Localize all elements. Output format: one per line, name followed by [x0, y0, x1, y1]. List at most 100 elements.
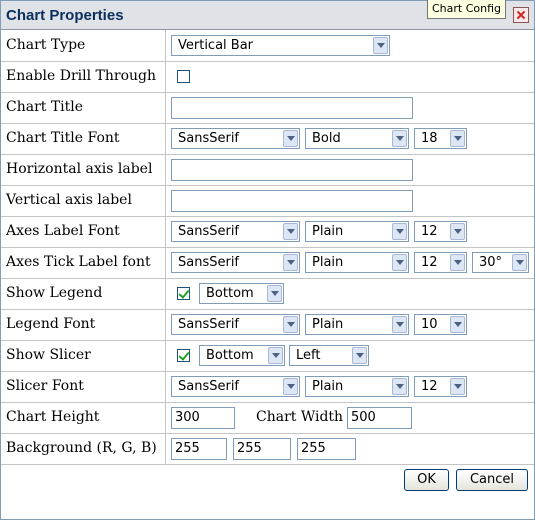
- axes-font-size-select[interactable]: 12: [414, 221, 467, 242]
- label-background: Background (R, G, B): [1, 433, 166, 464]
- label-chart-type: Chart Type: [1, 30, 166, 61]
- ok-button[interactable]: OK: [404, 469, 449, 491]
- tick-font-style-select[interactable]: Plain: [305, 252, 409, 273]
- axes-font-family-select[interactable]: SansSerif: [171, 221, 300, 242]
- slicer-font-style-select[interactable]: Plain: [305, 376, 409, 397]
- chevron-down-icon[interactable]: [373, 37, 388, 54]
- row-axes-tick-font: Axes Tick Label font SansSerif Plain 12 …: [1, 247, 534, 279]
- row-axes-label-font: Axes Label Font SansSerif Plain 12: [1, 216, 534, 248]
- background-b-input[interactable]: 255: [297, 438, 356, 460]
- chevron-down-icon[interactable]: [392, 316, 407, 333]
- chevron-down-icon[interactable]: [450, 378, 465, 395]
- row-legend-font: Legend Font SansSerif Plain 10: [1, 309, 534, 341]
- label-chart-title-font: Chart Title Font: [1, 123, 166, 154]
- show-slicer-checkbox[interactable]: [177, 349, 190, 362]
- chevron-down-icon[interactable]: [268, 347, 283, 364]
- cancel-button[interactable]: Cancel: [456, 469, 528, 491]
- slicer-font-family-select[interactable]: SansSerif: [171, 376, 300, 397]
- legend-position-value: Bottom: [206, 286, 254, 301]
- row-show-legend: Show Legend Bottom: [1, 278, 534, 310]
- tick-font-family-select[interactable]: SansSerif: [171, 252, 300, 273]
- row-show-slicer: Show Slicer Bottom Left: [1, 340, 534, 372]
- legend-position-select[interactable]: Bottom: [199, 283, 284, 304]
- tick-font-size-select[interactable]: 12: [414, 252, 467, 273]
- label-chart-title: Chart Title: [1, 92, 166, 123]
- background-r-input[interactable]: 255: [171, 438, 227, 460]
- axes-font-family-value: SansSerif: [178, 224, 240, 239]
- tick-angle-value: 30°: [479, 255, 503, 270]
- close-icon[interactable]: [513, 7, 529, 23]
- tooltip: Chart Config: [427, 0, 507, 19]
- axes-font-size-value: 12: [421, 224, 438, 239]
- chart-height-input[interactable]: 300: [171, 407, 235, 429]
- chevron-down-icon[interactable]: [283, 130, 298, 147]
- slicer-font-size-value: 12: [421, 379, 438, 394]
- chevron-down-icon[interactable]: [450, 130, 465, 147]
- chart-type-select[interactable]: Vertical Bar: [171, 35, 390, 56]
- show-legend-checkbox[interactable]: [177, 287, 190, 300]
- v-axis-label-input[interactable]: [171, 190, 413, 212]
- chevron-down-icon[interactable]: [283, 378, 298, 395]
- chevron-down-icon[interactable]: [512, 254, 527, 271]
- slicer-font-style-value: Plain: [312, 379, 344, 394]
- slicer-align-select[interactable]: Left: [289, 345, 369, 366]
- label-v-axis: Vertical axis label: [1, 185, 166, 216]
- label-show-legend: Show Legend: [1, 278, 166, 309]
- title-font-family-select[interactable]: SansSerif: [171, 128, 300, 149]
- h-axis-label-input[interactable]: [171, 159, 413, 181]
- row-chart-title: Chart Title: [1, 92, 534, 124]
- row-h-axis-label: Horizontal axis label: [1, 154, 534, 186]
- legend-font-family-select[interactable]: SansSerif: [171, 314, 300, 335]
- label-chart-height: Chart Height: [1, 402, 166, 433]
- tick-angle-select[interactable]: 30°: [472, 252, 529, 273]
- row-slicer-font: Slicer Font SansSerif Plain 12: [1, 371, 534, 403]
- slicer-font-size-select[interactable]: 12: [414, 376, 467, 397]
- chevron-down-icon[interactable]: [392, 223, 407, 240]
- chevron-down-icon[interactable]: [450, 316, 465, 333]
- title-font-family-value: SansSerif: [178, 131, 240, 146]
- chevron-down-icon[interactable]: [450, 254, 465, 271]
- slicer-font-family-value: SansSerif: [178, 379, 240, 394]
- label-h-axis: Horizontal axis label: [1, 154, 166, 185]
- chart-properties-dialog: Chart Properties Chart Config Chart Type…: [0, 0, 535, 520]
- chevron-down-icon[interactable]: [267, 285, 282, 302]
- background-g-input[interactable]: 255: [233, 438, 291, 460]
- chevron-down-icon[interactable]: [450, 223, 465, 240]
- chevron-down-icon[interactable]: [283, 316, 298, 333]
- axes-font-style-value: Plain: [312, 224, 344, 239]
- slicer-position-value: Bottom: [206, 348, 254, 363]
- chart-width-input[interactable]: 500: [347, 407, 412, 429]
- label-show-slicer: Show Slicer: [1, 340, 166, 371]
- legend-font-style-select[interactable]: Plain: [305, 314, 409, 335]
- tick-font-size-value: 12: [421, 255, 438, 270]
- slicer-position-select[interactable]: Bottom: [199, 345, 285, 366]
- row-chart-size: Chart Height 300 Chart Width 500: [1, 402, 534, 434]
- label-axes-label-font: Axes Label Font: [1, 216, 166, 247]
- label-legend-font: Legend Font: [1, 309, 166, 340]
- chart-title-input[interactable]: [171, 97, 413, 119]
- drill-through-checkbox[interactable]: [177, 70, 190, 83]
- tick-font-family-value: SansSerif: [178, 255, 240, 270]
- legend-font-size-value: 10: [421, 317, 438, 332]
- legend-font-style-value: Plain: [312, 317, 344, 332]
- legend-font-size-select[interactable]: 10: [414, 314, 467, 335]
- title-font-style-select[interactable]: Bold: [305, 128, 409, 149]
- row-chart-type: Chart Type Vertical Bar: [1, 30, 534, 62]
- slicer-align-value: Left: [296, 348, 321, 363]
- chart-type-value: Vertical Bar: [178, 38, 254, 53]
- label-drill-through: Enable Drill Through: [1, 61, 166, 92]
- label-chart-width: Chart Width: [256, 409, 344, 425]
- chevron-down-icon[interactable]: [352, 347, 367, 364]
- row-buttons: OK Cancel: [1, 464, 534, 496]
- label-slicer-font: Slicer Font: [1, 371, 166, 402]
- axes-font-style-select[interactable]: Plain: [305, 221, 409, 242]
- title-font-size-select[interactable]: 18: [414, 128, 467, 149]
- chevron-down-icon[interactable]: [283, 254, 298, 271]
- chevron-down-icon[interactable]: [392, 254, 407, 271]
- row-chart-title-font: Chart Title Font SansSerif Bold 18: [1, 123, 534, 155]
- label-axes-tick-font: Axes Tick Label font: [1, 247, 166, 278]
- chevron-down-icon[interactable]: [392, 378, 407, 395]
- row-background: Background (R, G, B) 255 255 255: [1, 433, 534, 465]
- chevron-down-icon[interactable]: [283, 223, 298, 240]
- chevron-down-icon[interactable]: [392, 130, 407, 147]
